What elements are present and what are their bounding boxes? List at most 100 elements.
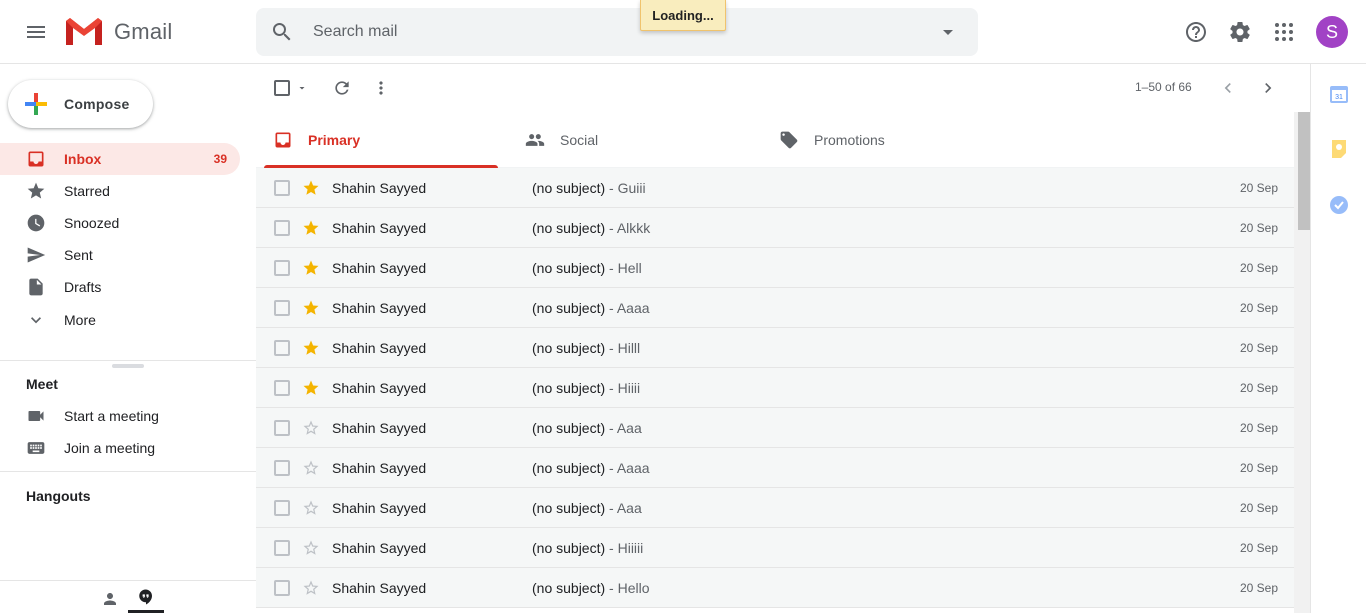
search-input[interactable]: [313, 8, 913, 56]
compose-button[interactable]: Compose: [8, 80, 153, 128]
email-subject: (no subject): [532, 420, 606, 436]
gmail-logo[interactable]: Gmail: [64, 16, 172, 48]
sidebar-item-snoozed[interactable]: Snoozed: [0, 207, 240, 239]
row-checkbox[interactable]: [274, 300, 290, 316]
email-row[interactable]: Shahin Sayyed (no subject) - Hell 20 Sep: [256, 248, 1294, 288]
support-button[interactable]: [1176, 12, 1216, 52]
email-date: 20 Sep: [1239, 261, 1278, 275]
tasks-icon[interactable]: [1329, 195, 1349, 215]
email-row[interactable]: Shahin Sayyed (no subject) - Aaa 20 Sep: [256, 488, 1294, 528]
email-snippet: - Aaaa: [605, 460, 650, 476]
tab-promotions[interactable]: Promotions: [762, 112, 1012, 168]
email-row[interactable]: Shahin Sayyed (no subject) - Aaaa 20 Sep: [256, 448, 1294, 488]
row-checkbox[interactable]: [274, 580, 290, 596]
app-name: Gmail: [114, 19, 173, 44]
google-apps-button[interactable]: [1264, 12, 1304, 52]
resize-handle[interactable]: [112, 364, 144, 368]
email-row[interactable]: Shahin Sayyed (no subject) - Alkkk 20 Sep: [256, 208, 1294, 248]
settings-button[interactable]: [1220, 12, 1260, 52]
refresh-icon[interactable]: [332, 78, 352, 98]
select-dropdown-icon[interactable]: [296, 82, 308, 94]
email-row[interactable]: Shahin Sayyed (no subject) - Aaa 20 Sep: [256, 408, 1294, 448]
email-subject: (no subject): [532, 460, 606, 476]
email-subject: (no subject): [532, 380, 606, 396]
tab-social[interactable]: Social: [508, 112, 758, 168]
sidebar-item-inbox[interactable]: Inbox 39: [0, 143, 240, 175]
email-row[interactable]: Shahin Sayyed (no subject) - Hiiii 20 Sep: [256, 368, 1294, 408]
row-checkbox[interactable]: [274, 540, 290, 556]
category-tabs: Primary Social Promotions: [256, 112, 1294, 168]
pagination-count[interactable]: 1–50 of 66: [1135, 80, 1192, 94]
email-sender: Shahin Sayyed: [332, 580, 427, 596]
email-subject-line: (no subject) - Aaaa: [532, 460, 650, 476]
email-row[interactable]: Shahin Sayyed (no subject) - Hilll 20 Sep: [256, 328, 1294, 368]
email-sender: Shahin Sayyed: [332, 180, 427, 196]
chevron-left-icon[interactable]: [1218, 78, 1238, 98]
search-options-dropdown-icon[interactable]: [936, 20, 960, 44]
hangouts-icon: [139, 589, 152, 605]
join-meeting-link[interactable]: Join a meeting: [0, 432, 240, 464]
email-date: 20 Sep: [1239, 461, 1278, 475]
compose-label: Compose: [64, 96, 130, 112]
email-subject: (no subject): [532, 220, 606, 236]
star-outline-icon[interactable]: [302, 459, 320, 477]
email-date: 20 Sep: [1239, 421, 1278, 435]
scrollbar-thumb[interactable]: [1298, 112, 1310, 230]
star-outline-icon[interactable]: [302, 539, 320, 557]
star-filled-icon[interactable]: [302, 219, 320, 237]
search-bar[interactable]: [256, 8, 978, 56]
row-checkbox[interactable]: [274, 380, 290, 396]
chevron-right-icon[interactable]: [1258, 78, 1278, 98]
star-filled-icon[interactable]: [302, 379, 320, 397]
account-avatar[interactable]: S: [1316, 16, 1348, 48]
star-filled-icon[interactable]: [302, 259, 320, 277]
tab-label: Social: [560, 132, 599, 148]
email-row[interactable]: Shahin Sayyed (no subject) - Hello 20 Sep: [256, 568, 1294, 608]
chevron-down-icon: [31, 317, 41, 324]
email-row[interactable]: Shahin Sayyed (no subject) - Hiiiii 20 Sep: [256, 528, 1294, 568]
email-sender: Shahin Sayyed: [332, 420, 427, 436]
more-vertical-icon[interactable]: [371, 78, 391, 98]
search-icon[interactable]: [270, 20, 294, 44]
row-checkbox[interactable]: [274, 180, 290, 196]
row-checkbox[interactable]: [274, 260, 290, 276]
email-subject: (no subject): [532, 300, 606, 316]
main-menu-button[interactable]: [16, 12, 56, 52]
select-all-checkbox[interactable]: [274, 80, 290, 96]
inbox-icon: [275, 132, 291, 148]
email-row[interactable]: Shahin Sayyed (no subject) - Aaaa 20 Sep: [256, 288, 1294, 328]
email-snippet: - Hilll: [605, 340, 641, 356]
tab-primary[interactable]: Primary: [256, 112, 506, 168]
email-date: 20 Sep: [1239, 381, 1278, 395]
email-row[interactable]: Shahin Sayyed (no subject) - Guiii 20 Sep: [256, 168, 1294, 208]
sidebar-item-more[interactable]: More: [0, 304, 240, 336]
row-checkbox[interactable]: [274, 220, 290, 236]
email-snippet: - Aaa: [605, 420, 642, 436]
hangouts-tab[interactable]: [128, 581, 164, 613]
star-filled-icon[interactable]: [302, 339, 320, 357]
start-meeting-link[interactable]: Start a meeting: [0, 400, 240, 432]
sidebar-item-starred[interactable]: Starred: [0, 175, 240, 207]
email-subject-line: (no subject) - Hell: [532, 260, 642, 276]
star-filled-icon[interactable]: [302, 179, 320, 197]
email-snippet: - Aaaa: [605, 300, 650, 316]
person-icon[interactable]: [101, 590, 119, 608]
video-camera-icon: [28, 411, 44, 421]
sidebar-item-sent[interactable]: Sent: [0, 239, 240, 271]
email-subject: (no subject): [532, 580, 606, 596]
email-subject-line: (no subject) - Aaa: [532, 500, 642, 516]
row-checkbox[interactable]: [274, 460, 290, 476]
row-checkbox[interactable]: [274, 340, 290, 356]
email-date: 20 Sep: [1239, 221, 1278, 235]
keep-icon[interactable]: [1329, 139, 1349, 159]
star-outline-icon[interactable]: [302, 579, 320, 597]
sidebar-item-drafts[interactable]: Drafts: [0, 271, 240, 303]
row-checkbox[interactable]: [274, 420, 290, 436]
row-checkbox[interactable]: [274, 500, 290, 516]
star-outline-icon[interactable]: [302, 419, 320, 437]
calendar-icon[interactable]: 31: [1329, 84, 1349, 104]
star-filled-icon[interactable]: [302, 299, 320, 317]
meet-item-label: Start a meeting: [64, 408, 159, 424]
star-outline-icon[interactable]: [302, 499, 320, 517]
help-icon: [1186, 22, 1206, 42]
